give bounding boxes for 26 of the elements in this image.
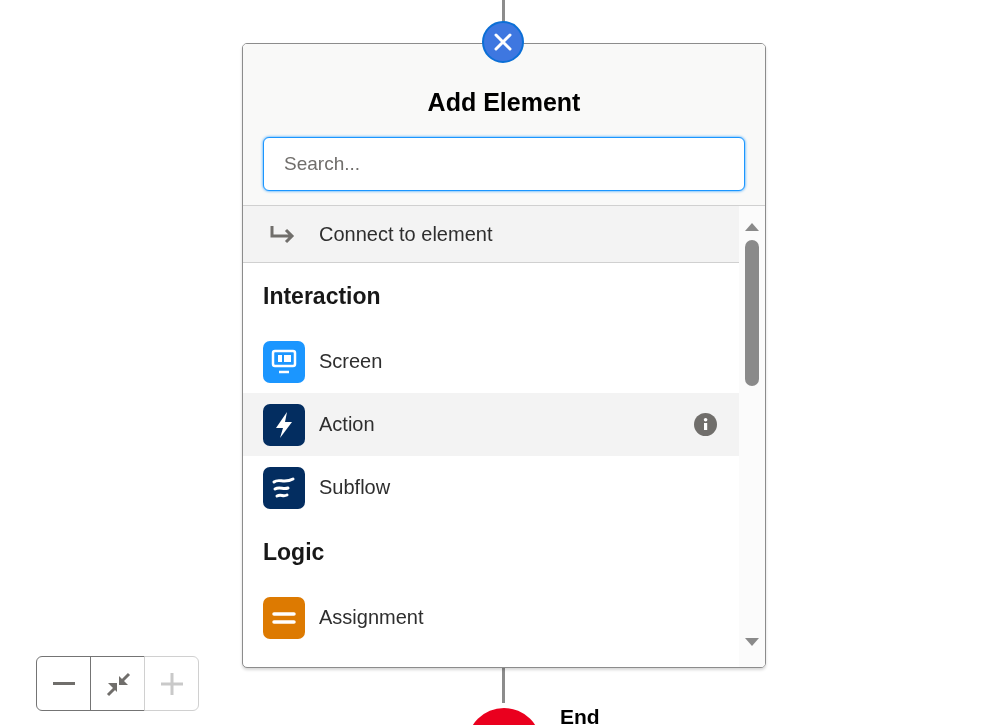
menu-item-label: Screen (319, 350, 384, 373)
collapse-arrows-icon (104, 670, 131, 697)
scrollbar[interactable] (739, 206, 765, 667)
menu-item-label: Subflow (319, 476, 392, 499)
fit-view-button[interactable] (90, 656, 145, 711)
element-menu-item[interactable]: Action (243, 393, 739, 456)
search-field[interactable]: Search... (263, 137, 745, 191)
connect-menu-item[interactable]: Connect to element (243, 206, 739, 263)
element-menu-item[interactable]: Screen (243, 330, 739, 393)
menu-item-label: Assignment (319, 606, 425, 629)
close-button[interactable] (482, 21, 524, 63)
menu-item-label: Action (319, 413, 376, 436)
close-icon (493, 32, 513, 52)
connector-arrow-icon (269, 224, 297, 244)
plus-icon (158, 670, 185, 697)
zoom-out-button[interactable] (36, 656, 91, 711)
scrollbar-thumb[interactable] (745, 240, 759, 386)
element-menu-item[interactable]: Assignment (243, 586, 739, 649)
section-heading: Interaction (262, 282, 382, 311)
minus-icon (52, 682, 75, 685)
menu-item-label: Connect to element (319, 222, 494, 246)
end-node-label: End (560, 705, 600, 725)
popover-title: Add Element (426, 88, 582, 117)
section-heading: Logic (262, 538, 326, 567)
element-menu-item[interactable]: Subflow (243, 456, 739, 519)
info-icon[interactable] (694, 413, 717, 436)
